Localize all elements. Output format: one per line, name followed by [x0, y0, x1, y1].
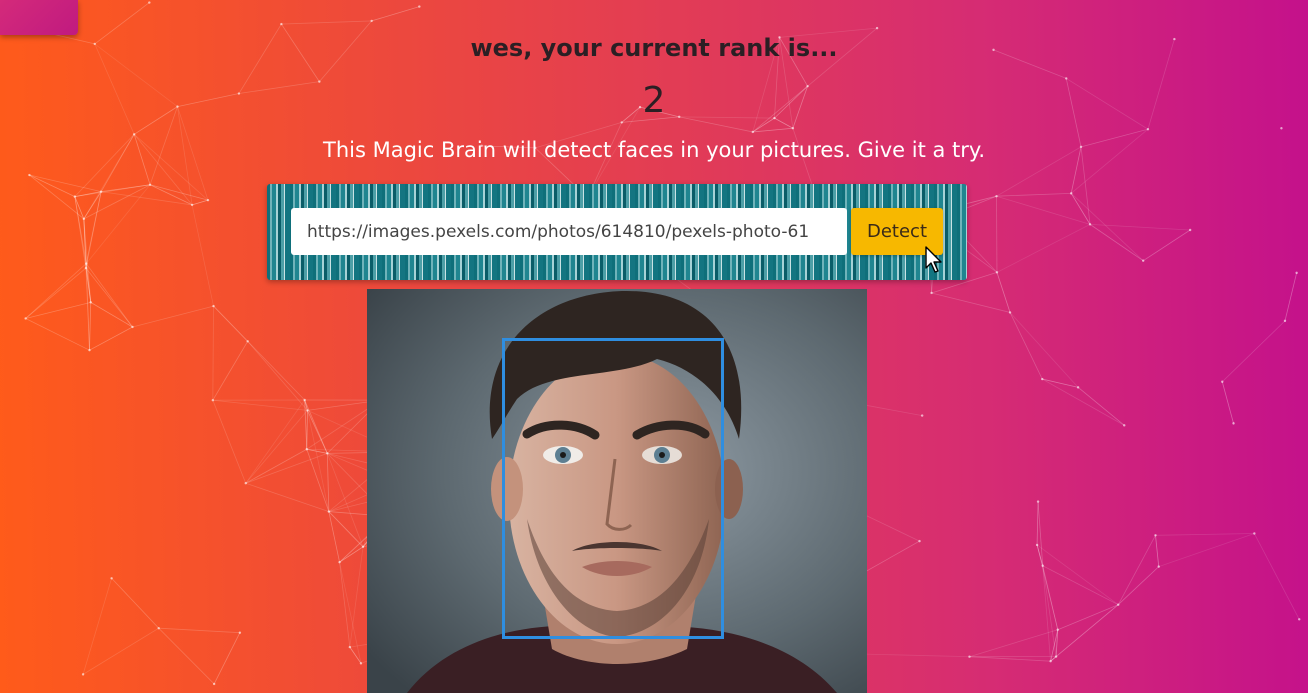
mouse-cursor-icon — [925, 246, 942, 273]
image-url-input[interactable] — [291, 208, 847, 255]
image-url-form: Detect — [267, 184, 967, 280]
tagline: This Magic Brain will detect faces in yo… — [323, 138, 985, 162]
face-bounding-box — [502, 338, 724, 639]
brain-logo-icon[interactable] — [0, 0, 78, 35]
rank-heading: wes, your current rank is... — [470, 34, 838, 62]
portrait-photo — [367, 289, 867, 693]
rank-value: 2 — [642, 80, 666, 121]
